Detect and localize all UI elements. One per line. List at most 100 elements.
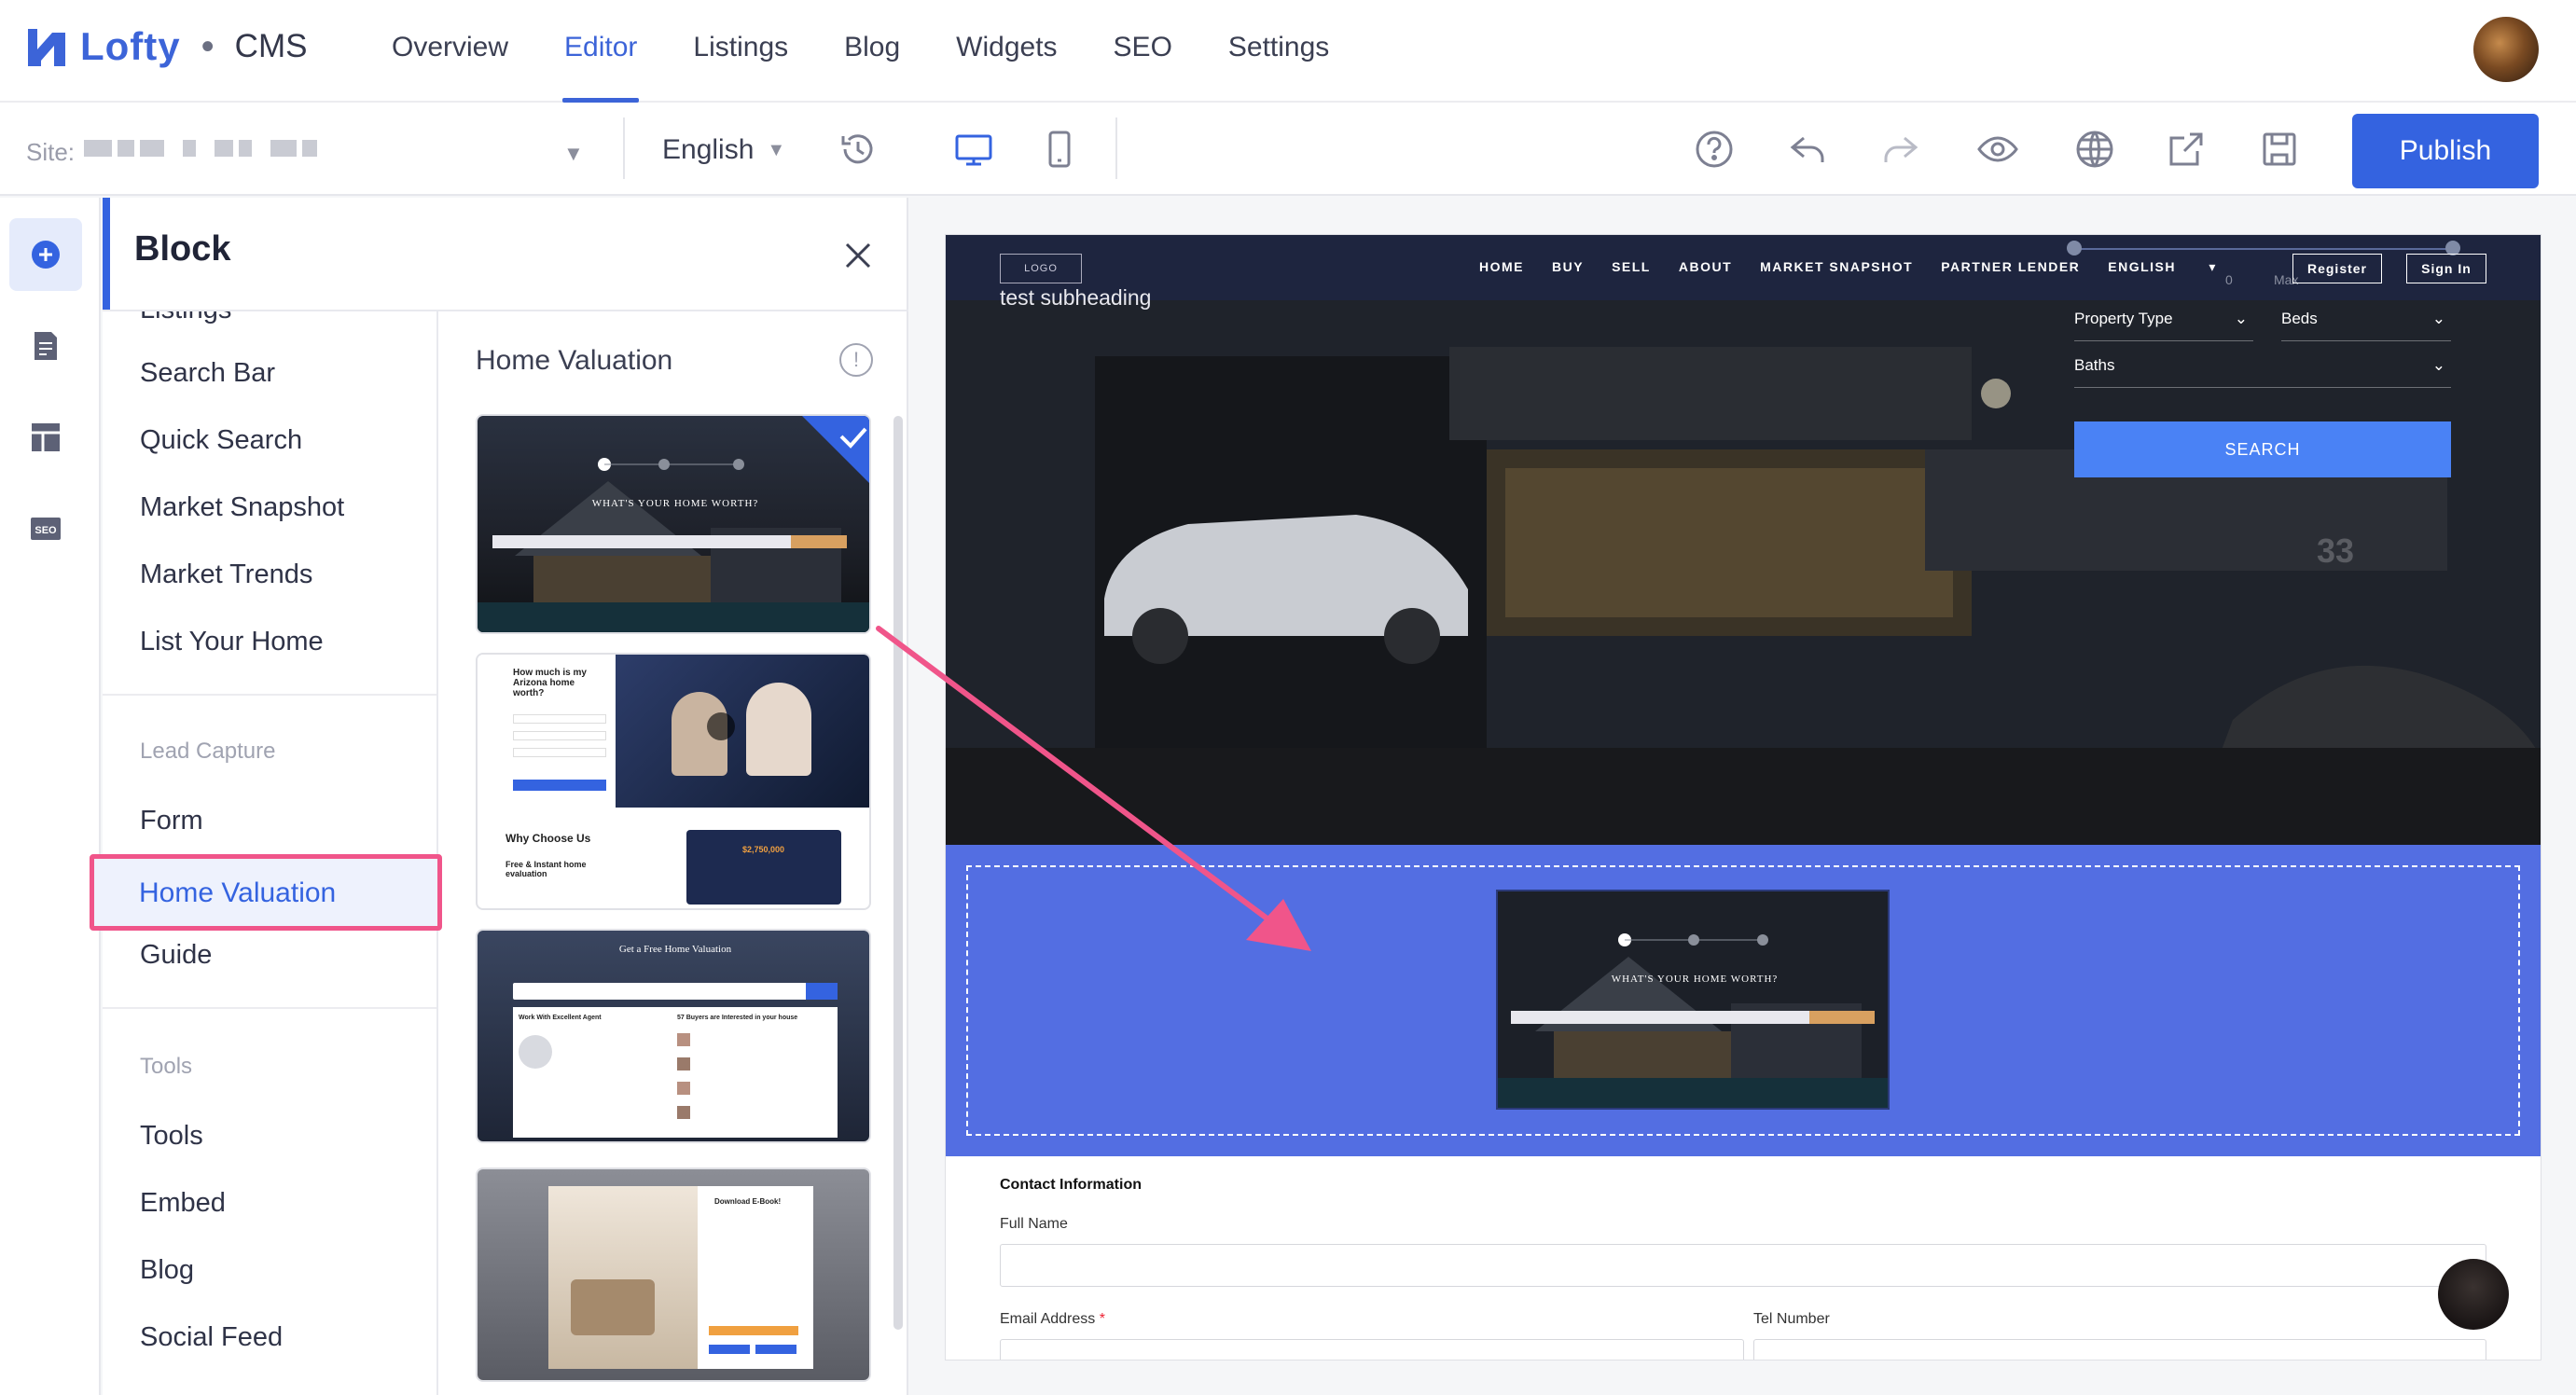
tel-label: Tel Number (1753, 1311, 1830, 1327)
site-nav-home[interactable]: HOME (1479, 259, 1524, 275)
site-nav-partner-lender[interactable]: PARTNER LENDER (1941, 259, 2080, 275)
add-block-icon[interactable] (9, 218, 82, 291)
tab-widgets[interactable]: Widgets (956, 0, 1057, 103)
history-icon[interactable] (834, 125, 882, 173)
chat-assistant-avatar[interactable] (2438, 1259, 2509, 1330)
language-value: English (662, 134, 755, 165)
tab-blog[interactable]: Blog (844, 0, 900, 103)
tab-overview[interactable]: Overview (392, 0, 508, 103)
template-2-video (616, 655, 869, 808)
top-navbar: Lofty • CMS Overview Editor Listings Blo… (0, 0, 2576, 103)
template-card-2[interactable]: How much is my Arizona home worth? Why C… (476, 653, 871, 910)
tab-seo[interactable]: SEO (1114, 0, 1172, 103)
category-item-listings[interactable]: Listings (140, 311, 231, 325)
desktop-view-icon[interactable] (949, 125, 998, 173)
full-name-label: Full Name (1000, 1216, 1068, 1232)
beds-select[interactable]: Beds ⌄ (2281, 310, 2451, 341)
category-item-tools[interactable]: Tools (140, 1121, 203, 1152)
mobile-view-icon[interactable] (1035, 125, 1084, 173)
seo-icon[interactable]: SEO (9, 492, 82, 565)
main-nav: Overview Editor Listings Blog Widgets SE… (392, 0, 1385, 103)
category-item-market-snapshot[interactable]: Market Snapshot (140, 492, 344, 523)
block-drop-zone[interactable]: WHAT'S YOUR HOME WORTH? (946, 845, 2541, 1156)
hero-section[interactable]: LOGO test subheading HOME BUY SELL ABOUT… (946, 235, 2541, 845)
site-nav-sell[interactable]: SELL (1612, 259, 1651, 275)
tel-input[interactable] (1753, 1339, 2486, 1360)
contact-form-section: Contact Information Full Name Email Addr… (946, 1156, 2541, 1360)
site-register-button[interactable]: Register (2292, 254, 2382, 283)
toolbar-divider (623, 117, 625, 179)
layout-icon[interactable] (9, 401, 82, 474)
property-type-label: Property Type (2074, 310, 2173, 327)
help-icon[interactable] (1690, 125, 1738, 173)
preview-eye-icon[interactable] (1974, 125, 2022, 173)
category-item-embed[interactable]: Embed (140, 1188, 226, 1219)
site-nav-market-snapshot[interactable]: MARKET SNAPSHOT (1760, 259, 1913, 275)
svg-text:SEO: SEO (35, 525, 57, 536)
required-mark: * (1099, 1311, 1105, 1327)
template-4-heading: Download E-Book! (714, 1197, 782, 1206)
templates-scrollbar[interactable] (893, 416, 903, 1330)
dragged-block-image (1498, 891, 1888, 1108)
template-2-price: $2,750,000 (742, 845, 785, 854)
chevron-down-icon: ⌄ (2234, 310, 2248, 327)
category-item-social-feed[interactable]: Social Feed (140, 1322, 283, 1353)
undo-icon[interactable] (1783, 125, 1832, 173)
category-item-market-trends[interactable]: Market Trends (140, 559, 312, 590)
site-nav-buy[interactable]: BUY (1552, 259, 1584, 275)
save-icon[interactable] (2255, 125, 2304, 173)
template-3-body: Work With Excellent Agent 57 Buyers are … (513, 1007, 838, 1138)
template-card-4[interactable]: Download E-Book! (476, 1167, 871, 1382)
category-item-guide[interactable]: Guide (140, 940, 212, 971)
site-search-button[interactable]: SEARCH (2074, 421, 2451, 477)
brand-separator: • (201, 25, 215, 67)
share-export-icon[interactable] (2162, 125, 2210, 173)
divider (103, 1007, 436, 1009)
site-signin-button[interactable]: Sign In (2406, 254, 2486, 283)
template-3-left: Work With Excellent Agent (519, 1015, 602, 1021)
category-item-blog[interactable]: Blog (140, 1255, 194, 1286)
price-range-slider[interactable] (2074, 248, 2451, 250)
full-name-input[interactable] (1000, 1244, 2486, 1287)
category-item-quick-search[interactable]: Quick Search (140, 425, 302, 456)
site-nav-about[interactable]: ABOUT (1679, 259, 1732, 275)
tab-editor[interactable]: Editor (562, 0, 640, 103)
app-logo[interactable]: Lofty • CMS (24, 19, 307, 75)
tab-listings[interactable]: Listings (693, 0, 788, 103)
chevron-down-icon: ⌄ (2431, 356, 2445, 374)
template-card-1[interactable]: WHAT'S YOUR HOME WORTH? (476, 414, 871, 634)
category-item-list-your-home[interactable]: List Your Home (140, 627, 324, 657)
dragged-block-preview[interactable]: WHAT'S YOUR HOME WORTH? (1496, 890, 1890, 1110)
close-icon[interactable] (839, 237, 877, 274)
slider-handle-min[interactable] (2067, 241, 2082, 256)
baths-label: Baths (2074, 356, 2115, 374)
baths-select[interactable]: Baths ⌄ (2074, 356, 2451, 388)
template-4-form: Download E-Book! (698, 1186, 813, 1369)
language-select[interactable]: English ▼ (662, 134, 785, 166)
category-item-search-bar[interactable]: Search Bar (140, 358, 275, 389)
globe-icon[interactable] (2070, 125, 2119, 173)
site-label: Site: (26, 138, 76, 166)
redo-icon[interactable] (1877, 125, 1925, 173)
toolbar-divider (1115, 117, 1117, 179)
product-name: CMS (234, 28, 308, 64)
tab-settings[interactable]: Settings (1228, 0, 1329, 103)
site-select-value[interactable] (84, 140, 345, 166)
property-type-select[interactable]: Property Type ⌄ (2074, 310, 2253, 341)
template-card-3[interactable]: Get a Free Home Valuation Work With Exce… (476, 929, 871, 1143)
block-panel-title: Block (134, 229, 231, 269)
site-language-label: ENGLISH (2108, 259, 2176, 274)
info-icon[interactable]: ! (839, 343, 873, 377)
site-dropdown-icon[interactable]: ▼ (563, 142, 584, 166)
category-item-form[interactable]: Form (140, 806, 203, 836)
site-logo[interactable]: LOGO (1000, 254, 1082, 283)
publish-button[interactable]: Publish (2352, 114, 2539, 188)
site-language-select[interactable]: ENGLISH ▾ (2108, 259, 2217, 275)
template-2-form: How much is my Arizona home worth? (478, 655, 616, 808)
email-input[interactable] (1000, 1339, 1744, 1360)
block-category-list: Listings Search Bar Quick Search Market … (103, 311, 438, 1395)
site-subheading: test subheading (1000, 285, 1152, 310)
user-avatar[interactable] (2473, 17, 2539, 82)
page-icon[interactable] (9, 310, 82, 382)
category-item-home-valuation[interactable]: Home Valuation (90, 854, 442, 931)
